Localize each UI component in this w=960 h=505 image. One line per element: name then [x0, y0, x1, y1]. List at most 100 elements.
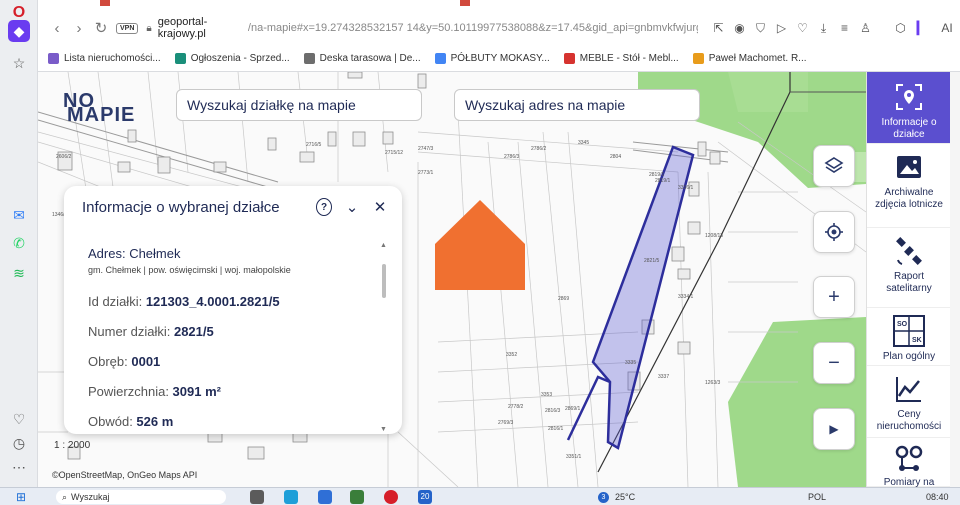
parcel-number-label: 2786/2	[531, 146, 547, 152]
play-right-icon: ▶	[829, 422, 839, 436]
tools-sidebar: Informacje o działce Archiwalne zdjęcia l…	[866, 72, 951, 488]
page-scrollbar[interactable]	[950, 72, 960, 487]
layers-icon	[824, 157, 844, 173]
parcel-number-label: 2869	[558, 296, 569, 302]
extensions-icon[interactable]: ⬡	[892, 18, 909, 38]
parcel-search-input[interactable]: Wyszukaj działkę na mapie	[176, 89, 422, 121]
clock[interactable]: 08:40	[926, 490, 949, 504]
expand-button[interactable]: ▶	[813, 408, 855, 450]
parcel-number-label: 2715/12	[385, 150, 403, 156]
close-icon[interactable]: ✕	[372, 198, 388, 216]
tool-price-chart[interactable]: Ceny nieruchomości	[867, 366, 951, 438]
scroll-down-icon[interactable]: ▼	[380, 426, 387, 433]
menu-icon[interactable]: ≡	[836, 18, 853, 38]
ai-button[interactable]: AI	[934, 18, 960, 38]
scroll-up-icon[interactable]: ▲	[380, 242, 387, 249]
star-icon[interactable]: ☆	[8, 52, 30, 74]
share-icon[interactable]: ⇱	[710, 18, 727, 38]
bookmark-item[interactable]: Deska tarasowa | De...	[303, 50, 421, 66]
shield-icon[interactable]: ⛉	[752, 18, 769, 38]
parcel-number-label: 3351/1	[566, 454, 582, 460]
sidebar-toggle-icon[interactable]: ▎	[913, 18, 930, 38]
attribute-label: Obręb:	[88, 354, 132, 369]
parcel-number-label: 3337	[658, 374, 669, 380]
address-bar[interactable]: VPN 🔒︎ geoportal-krajowy.pl/na-mapie#x=1…	[116, 16, 698, 40]
windows-start-icon[interactable]: ⊞	[16, 490, 26, 504]
opera-taskbar-icon[interactable]	[384, 490, 398, 504]
locate-button[interactable]	[813, 211, 855, 253]
parcel-number-label: 3353	[541, 392, 552, 398]
parcel-attribute-row: Numer działki: 2821/5	[88, 324, 214, 339]
messenger-icon[interactable]: ✉	[8, 204, 30, 226]
attribute-value: 526 m	[136, 414, 174, 429]
home-marker-icon[interactable]	[435, 200, 525, 290]
crosshair-icon	[825, 223, 843, 241]
taskbar-app-icon[interactable]	[318, 490, 332, 504]
profile-icon[interactable]: ♙	[857, 18, 874, 38]
spotify-icon[interactable]: ≋	[8, 262, 30, 284]
ai-label: AI	[941, 21, 953, 35]
taskbar-app-icon[interactable]	[284, 490, 298, 504]
tool-aerial-photo[interactable]: Archiwalne zdjęcia lotnicze	[867, 144, 951, 228]
zoom-in-button[interactable]: +	[813, 276, 855, 318]
taskbar-search-label: Wyszukaj	[71, 492, 110, 502]
attribute-label: Powierzchnia:	[88, 384, 173, 399]
play-icon[interactable]: ▷	[773, 18, 790, 38]
taskbar-app-icon[interactable]	[350, 490, 364, 504]
address-search-input[interactable]: Wyszukaj adres na mapie	[454, 89, 700, 121]
reload-icon[interactable]: ↻	[90, 17, 112, 39]
bookmark-item[interactable]: MEBLE - Stół - Mebl...	[563, 50, 679, 66]
layers-button[interactable]	[813, 145, 855, 187]
taskbar-app-icon[interactable]: 20	[418, 490, 432, 504]
bookmark-item[interactable]: PÓŁBUTY MOKASY...	[434, 50, 550, 66]
parcel-number-label: 2773/1	[418, 170, 434, 176]
bookmark-item[interactable]: Paweł Machomet. R...	[692, 50, 807, 66]
bookmark-favicon-icon	[692, 52, 704, 64]
bookmark-item[interactable]: Ogłoszenia - Sprzed...	[174, 50, 290, 66]
general-plan-icon: SO SK	[892, 314, 926, 348]
taskbar-search[interactable]: ⌕ Wyszukaj	[56, 490, 226, 504]
history-icon[interactable]: ◷	[8, 432, 30, 454]
parcel-number-label: 3352	[506, 352, 517, 358]
weather-widget[interactable]: 3 25°C	[598, 490, 635, 504]
help-icon[interactable]: ?	[316, 198, 332, 216]
tab-favicon-icon[interactable]	[460, 0, 470, 6]
panel-actions: ? ⌄ ✕	[316, 198, 388, 216]
chevron-down-icon[interactable]: ⌄	[344, 198, 360, 216]
tool-measure[interactable]: Pomiary na	[867, 438, 951, 488]
back-icon[interactable]: ‹	[46, 17, 68, 39]
heart-icon[interactable]: ♡	[8, 408, 30, 430]
tool-label: Raport satelitarny	[886, 271, 932, 294]
tool-label: Ceny nieruchomości	[876, 409, 942, 432]
nomapie-logo[interactable]: NO MAPIE	[63, 90, 153, 126]
parcel-number-label: 2816/3	[545, 408, 561, 414]
map-attribution: ©OpenStreetMap, OnGeo Maps API	[52, 470, 198, 480]
parcel-attribute-row: Powierzchnia: 3091 m²	[88, 384, 221, 399]
whatsapp-icon[interactable]: ✆	[8, 232, 30, 254]
zoom-out-button[interactable]: −	[813, 342, 855, 384]
vpn-badge[interactable]: VPN	[116, 22, 139, 34]
tool-satellite[interactable]: Raport satelitarny	[867, 228, 951, 308]
tab-favicon-icon[interactable]	[100, 0, 110, 6]
separator	[878, 18, 888, 38]
attribute-label: Id działki:	[88, 294, 146, 309]
tool-parcel-info[interactable]: Informacje o działce	[867, 72, 951, 144]
bookmark-item[interactable]: Lista nieruchomości...	[48, 50, 161, 66]
parcel-number-label: 2716/5	[306, 142, 322, 148]
more-icon[interactable]: ⋯	[8, 456, 30, 478]
panel-scrollbar[interactable]	[382, 264, 386, 298]
forward-icon[interactable]: ›	[68, 17, 90, 39]
browser-toolbar: ‹ › ↻ VPN 🔒︎ geoportal-krajowy.pl/na-map…	[38, 0, 960, 72]
language-indicator[interactable]: POL	[808, 490, 826, 504]
heart-icon[interactable]: ♡	[794, 18, 811, 38]
address-label: Adres:	[88, 246, 130, 261]
camera-icon[interactable]: ◉	[731, 18, 748, 38]
taskbar-app-icon[interactable]	[250, 490, 264, 504]
bookmark-label: PÓŁBUTY MOKASY...	[450, 52, 550, 64]
aria-ai-icon[interactable]: ◆	[8, 20, 30, 42]
bookmark-label: MEBLE - Stół - Mebl...	[579, 52, 679, 64]
download-icon[interactable]: ⤓	[815, 18, 832, 38]
lock-icon[interactable]: 🔒︎	[146, 23, 151, 34]
tool-general-plan[interactable]: SO SK Plan ogólny	[867, 308, 951, 366]
price-chart-icon	[894, 372, 924, 406]
